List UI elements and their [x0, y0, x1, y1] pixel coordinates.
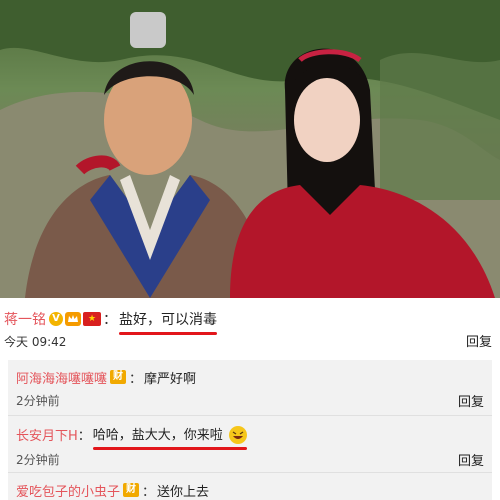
- comment-text: 盐好，可以消毒: [119, 309, 217, 335]
- reply-username[interactable]: 阿海海海噻噻噻: [16, 368, 107, 387]
- reply-username[interactable]: 爱吃包子的小虫子: [16, 481, 120, 500]
- replies-panel: 阿海海海噻噻噻 财 ： 摩严好啊 2分钟前 回复 长安月下H ： 哈哈，盐大大，…: [8, 360, 492, 500]
- photo-illustration: [0, 0, 500, 298]
- comment-username[interactable]: 蒋一铭: [4, 309, 46, 329]
- verified-v-icon: V: [49, 312, 63, 326]
- china-flag-icon: ★: [83, 312, 101, 326]
- wealth-badge-icon: 财: [110, 370, 127, 384]
- red-underline-mark: [92, 447, 247, 451]
- reply-time: 2分钟前: [16, 453, 60, 467]
- reply-button[interactable]: 回复: [466, 331, 492, 350]
- reply-button[interactable]: 回复: [458, 391, 484, 410]
- main-comment-header: 蒋一铭 V ★ ： 盐好，可以消毒: [4, 309, 217, 335]
- reply-text: 摩严好啊: [144, 371, 197, 387]
- vip-crown-icon: [65, 312, 81, 326]
- reply-divider: [8, 472, 492, 473]
- main-comment: 蒋一铭 V ★ ： 盐好，可以消毒 今天 09:42 回复: [0, 298, 500, 360]
- reply-text-content: 哈哈，盐大大，你来啦: [92, 427, 223, 443]
- post-photo[interactable]: [0, 0, 500, 298]
- reply-button[interactable]: 回复: [458, 450, 484, 469]
- reply-time: 2分钟前: [16, 394, 60, 408]
- reply-colon: ：: [142, 484, 156, 500]
- reply-colon: ：: [77, 428, 91, 444]
- comment-time: 今天 09:42: [4, 335, 67, 349]
- reply-colon: ：: [129, 371, 143, 387]
- laughing-emoji-icon: [228, 426, 247, 445]
- wealth-badge-icon: 财: [123, 483, 140, 497]
- reply-text: 哈哈，盐大大，你来啦: [92, 424, 247, 451]
- reply-text: 送你上去: [157, 484, 210, 500]
- reply-username[interactable]: 长安月下H: [16, 425, 78, 444]
- comment-text-content: 盐好，可以消毒: [119, 312, 217, 328]
- comment-colon: ：: [103, 312, 117, 328]
- red-underline-mark: [119, 332, 217, 335]
- reply-divider: [8, 415, 492, 416]
